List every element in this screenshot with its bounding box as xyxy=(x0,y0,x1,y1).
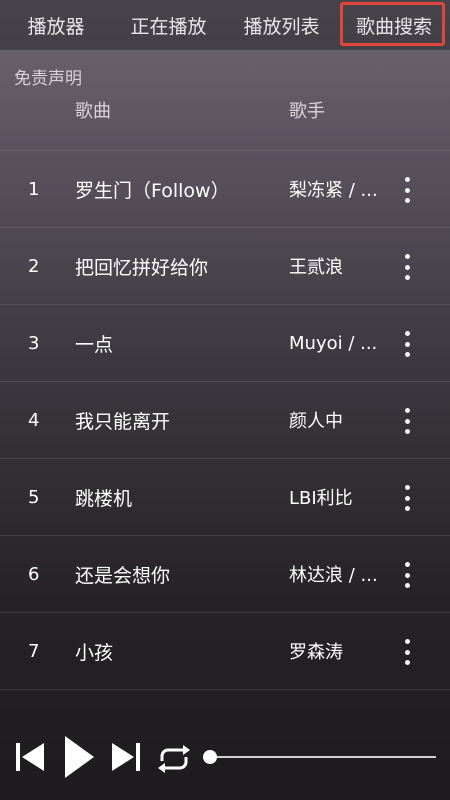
song-title: 把回忆拼好给你 xyxy=(75,256,209,279)
more-options-icon[interactable] xyxy=(398,562,416,588)
song-index: 3 xyxy=(28,332,40,354)
tab-playlist[interactable]: 播放列表 xyxy=(225,0,338,50)
tab-player[interactable]: 播放器 xyxy=(0,0,112,50)
skip-next-icon[interactable] xyxy=(110,740,142,774)
song-list: 1 罗生门（Follow） 梨冻紧 / ... 2 把回忆拼好给你 王贰浪 3 … xyxy=(0,150,450,690)
song-title: 一点 xyxy=(75,333,114,356)
more-options-icon[interactable] xyxy=(398,177,416,203)
song-index: 2 xyxy=(28,255,40,277)
column-header-song: 歌曲 xyxy=(75,101,111,122)
song-title: 跳楼机 xyxy=(75,487,133,510)
song-index: 1 xyxy=(28,178,40,200)
song-index: 4 xyxy=(28,409,40,431)
disclaimer-link[interactable]: 免责声明 xyxy=(14,64,82,89)
song-row[interactable]: 5 跳楼机 LBI利比 xyxy=(0,458,450,535)
more-options-icon[interactable] xyxy=(398,408,416,434)
song-row[interactable]: 3 一点 Muyoi / ... xyxy=(0,304,450,381)
song-artist: 颜人中 xyxy=(289,411,343,432)
song-artist: 林达浪 / ... xyxy=(289,565,378,586)
song-title: 我只能离开 xyxy=(75,410,171,433)
tab-now-playing[interactable]: 正在播放 xyxy=(112,0,225,50)
song-index: 7 xyxy=(28,640,40,662)
player-controls xyxy=(0,730,450,790)
skip-previous-icon[interactable] xyxy=(14,740,46,774)
seek-bar-track[interactable] xyxy=(208,756,436,758)
top-tab-bar: 播放器 正在播放 播放列表 歌曲搜索 xyxy=(0,0,450,50)
song-artist: 罗森涛 xyxy=(289,642,343,663)
more-options-icon[interactable] xyxy=(398,254,416,280)
song-artist: 王贰浪 xyxy=(289,257,343,278)
song-row[interactable]: 1 罗生门（Follow） 梨冻紧 / ... xyxy=(0,150,450,227)
song-index: 6 xyxy=(28,563,40,585)
song-artist: LBI利比 xyxy=(289,488,353,509)
tab-song-search[interactable]: 歌曲搜索 xyxy=(338,0,450,50)
seek-bar-thumb[interactable] xyxy=(203,750,217,764)
song-artist: Muyoi / ... xyxy=(289,332,378,354)
play-icon[interactable] xyxy=(62,734,96,780)
song-row[interactable]: 6 还是会想你 林达浪 / ... xyxy=(0,535,450,612)
song-title: 还是会想你 xyxy=(75,564,171,587)
song-row[interactable]: 2 把回忆拼好给你 王贰浪 xyxy=(0,227,450,304)
song-title: 小孩 xyxy=(75,641,114,664)
more-options-icon[interactable] xyxy=(398,485,416,511)
more-options-icon[interactable] xyxy=(398,639,416,665)
repeat-icon[interactable] xyxy=(156,744,192,774)
song-row[interactable]: 7 小孩 罗森涛 xyxy=(0,612,450,689)
list-divider xyxy=(0,689,450,690)
song-title: 罗生门（Follow） xyxy=(75,179,230,202)
song-artist: 梨冻紧 / ... xyxy=(289,180,378,201)
song-row[interactable]: 4 我只能离开 颜人中 xyxy=(0,381,450,458)
column-header-artist: 歌手 xyxy=(289,101,325,122)
more-options-icon[interactable] xyxy=(398,331,416,357)
song-index: 5 xyxy=(28,486,40,508)
